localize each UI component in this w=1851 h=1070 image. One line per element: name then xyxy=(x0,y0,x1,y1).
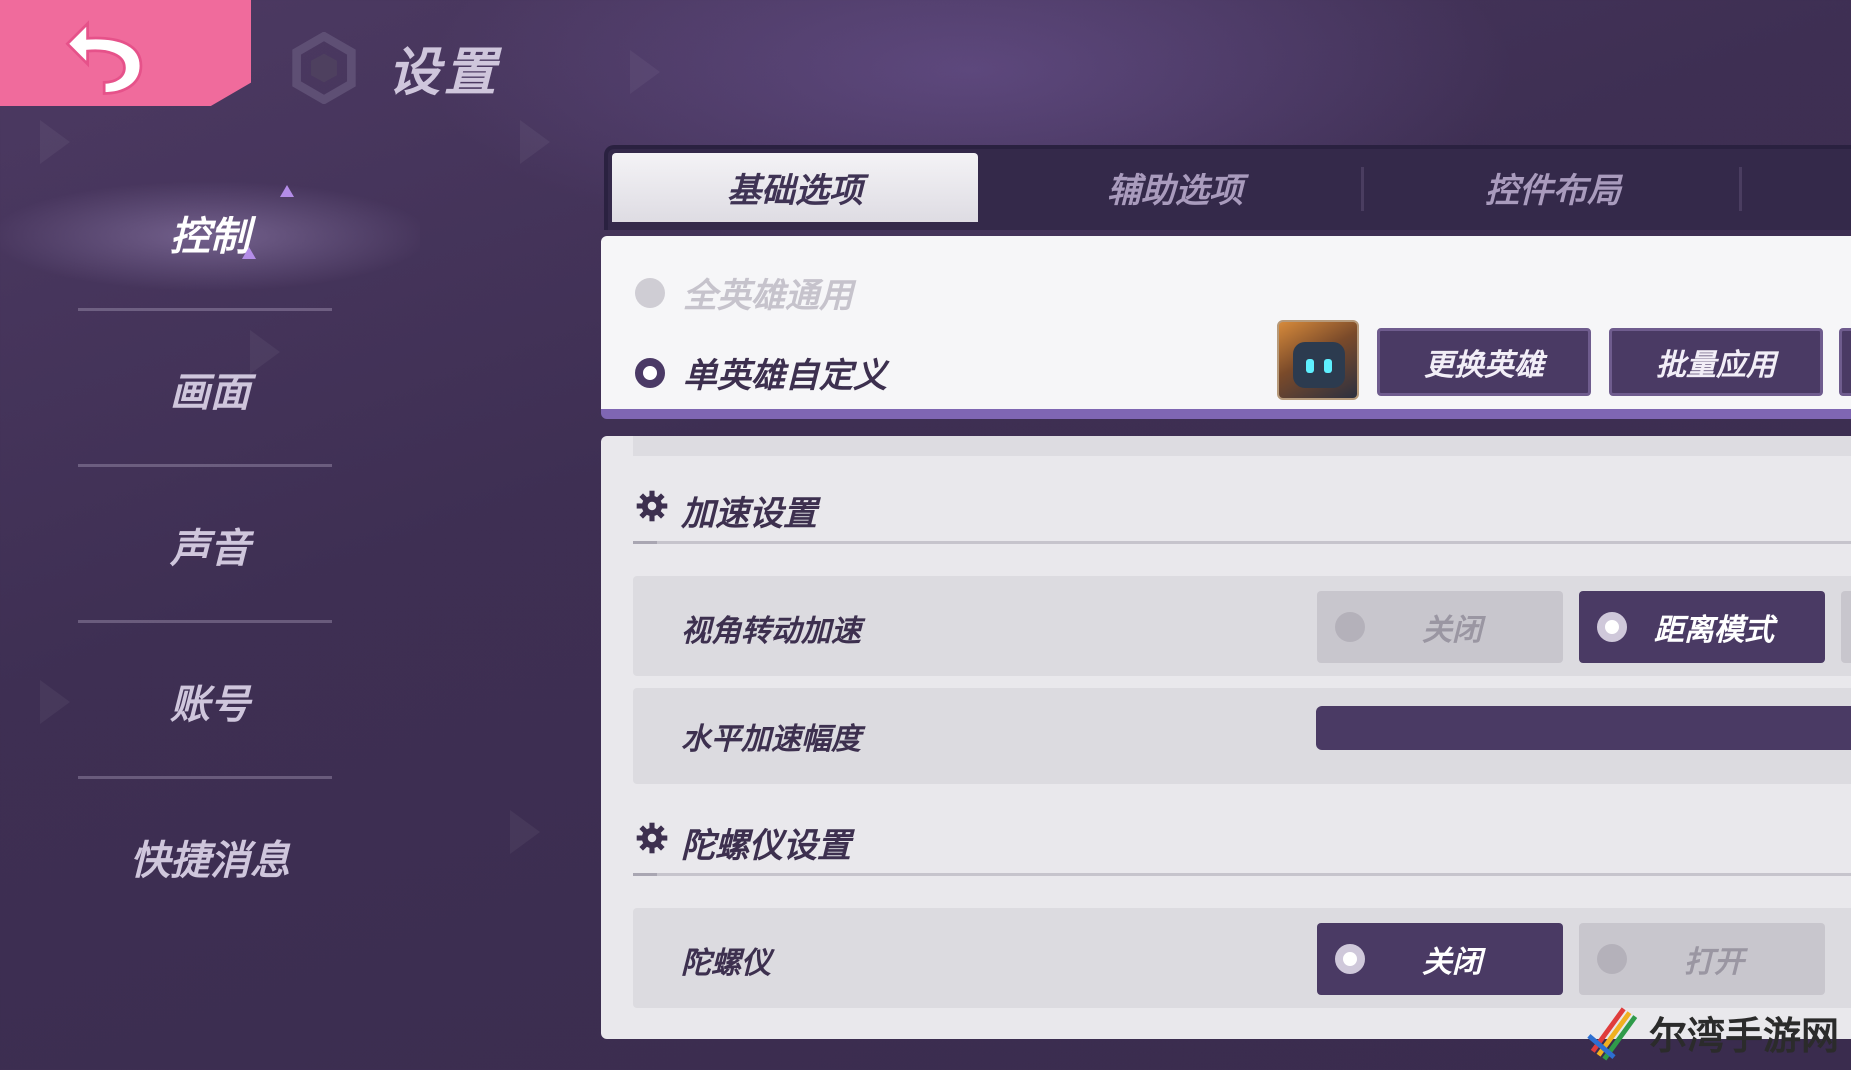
section-gyroscope: 陀螺仪设置 xyxy=(633,808,1851,878)
section-divider xyxy=(633,873,1851,876)
radio-button xyxy=(1597,944,1627,974)
sidebar-item-control[interactable]: 控制 xyxy=(0,155,420,311)
hero-face xyxy=(1293,342,1345,388)
watermark-logo-icon xyxy=(1587,1007,1638,1061)
sidebar-item-label: 画面 xyxy=(170,370,250,416)
sidebar-item-quick-messages[interactable]: 快捷消息 xyxy=(0,779,420,935)
panel-top-strip xyxy=(633,436,1851,456)
gear-icon xyxy=(636,490,668,522)
background-triangle xyxy=(630,50,660,94)
row-label: 视角转动加速 xyxy=(681,614,861,649)
horizontal-amplitude-slider[interactable] xyxy=(1316,706,1851,750)
row-view-rotation: 视角转动加速 关闭 距离模式 xyxy=(633,576,1851,676)
hero-eye xyxy=(1324,359,1332,373)
option-gyro-on[interactable]: 打开 xyxy=(1579,923,1825,995)
sparkle-icon xyxy=(280,185,294,197)
row-label: 陀螺仪 xyxy=(681,946,771,981)
option-gyro-off[interactable]: 关闭 xyxy=(1317,923,1563,995)
sidebar-item-display[interactable]: 画面 xyxy=(0,311,420,467)
radio-button xyxy=(1335,944,1365,974)
sidebar-item-label: 账号 xyxy=(170,682,250,728)
extra-button-partial[interactable] xyxy=(1839,328,1851,396)
tab-separator xyxy=(1739,167,1742,211)
sidebar: 控制 画面 声音 账号 快捷消息 xyxy=(0,155,420,935)
radio-button xyxy=(1335,612,1365,642)
watermark: 尔湾手游网 xyxy=(1585,1003,1839,1061)
background-triangle xyxy=(520,120,550,164)
sidebar-item-account[interactable]: 账号 xyxy=(0,623,420,779)
settings-panel: 加速设置 视角转动加速 关闭 距离模式 水平加速幅度 陀螺仪设置 陀螺仪 关闭 … xyxy=(601,436,1851,1039)
watermark-text: 尔湾手游网 xyxy=(1649,1012,1840,1058)
sparkle-icon xyxy=(242,247,256,259)
radio-button[interactable] xyxy=(635,357,665,388)
page-header: 设置 xyxy=(288,30,500,105)
section-acceleration: 加速设置 xyxy=(633,476,1851,546)
option-label: 关闭 xyxy=(1422,613,1482,648)
radio-single-hero[interactable]: 单英雄自定义 xyxy=(635,348,887,397)
tab-bar: 基础选项 辅助选项 控件布局 xyxy=(604,145,1851,230)
sidebar-item-label: 声音 xyxy=(170,526,250,572)
settings-logo-icon xyxy=(292,31,356,104)
section-title: 陀螺仪设置 xyxy=(681,826,851,866)
option-off[interactable]: 关闭 xyxy=(1317,591,1563,663)
row-horizontal-amplitude: 水平加速幅度 xyxy=(633,688,1851,784)
section-divider-stub xyxy=(633,541,657,544)
radio-label: 全英雄通用 xyxy=(683,276,853,316)
hero-eye xyxy=(1306,359,1314,373)
tab-assist-options[interactable]: 辅助选项 xyxy=(986,149,1364,226)
tab-label: 基础选项 xyxy=(727,171,863,211)
option-label: 关闭 xyxy=(1422,945,1482,980)
tab-control-layout[interactable]: 控件布局 xyxy=(1364,149,1742,226)
option-distance-mode[interactable]: 距离模式 xyxy=(1579,591,1825,663)
section-divider-stub xyxy=(633,873,657,876)
sidebar-item-label: 控制 xyxy=(170,214,250,260)
background-triangle xyxy=(510,810,540,854)
radio-button[interactable] xyxy=(635,277,665,308)
change-hero-button[interactable]: 更换英雄 xyxy=(1377,328,1591,396)
section-title: 加速设置 xyxy=(681,494,817,534)
radio-all-heroes[interactable]: 全英雄通用 xyxy=(635,268,853,317)
radio-label: 单英雄自定义 xyxy=(683,356,887,396)
tab-label: 辅助选项 xyxy=(1107,171,1243,211)
tab-basic-options[interactable]: 基础选项 xyxy=(612,153,978,222)
option-label: 距离模式 xyxy=(1654,613,1774,648)
row-gyroscope: 陀螺仪 关闭 打开 xyxy=(633,908,1851,1008)
option-label: 打开 xyxy=(1684,945,1744,980)
hero-avatar[interactable] xyxy=(1277,320,1359,400)
gear-icon xyxy=(636,822,668,854)
radio-button xyxy=(1597,612,1627,642)
page-title: 设置 xyxy=(388,43,501,103)
section-divider xyxy=(633,541,1851,544)
row-label: 水平加速幅度 xyxy=(681,722,861,757)
tab-label: 控件布局 xyxy=(1485,171,1621,211)
back-button[interactable] xyxy=(0,0,251,106)
back-arrow-icon xyxy=(64,20,142,95)
sidebar-item-label: 快捷消息 xyxy=(130,838,290,884)
option-partial[interactable] xyxy=(1841,591,1851,663)
batch-apply-button[interactable]: 批量应用 xyxy=(1609,328,1823,396)
hero-mode-panel: 全英雄通用 单英雄自定义 更换英雄 批量应用 xyxy=(601,236,1851,419)
sidebar-item-sound[interactable]: 声音 xyxy=(0,467,420,623)
